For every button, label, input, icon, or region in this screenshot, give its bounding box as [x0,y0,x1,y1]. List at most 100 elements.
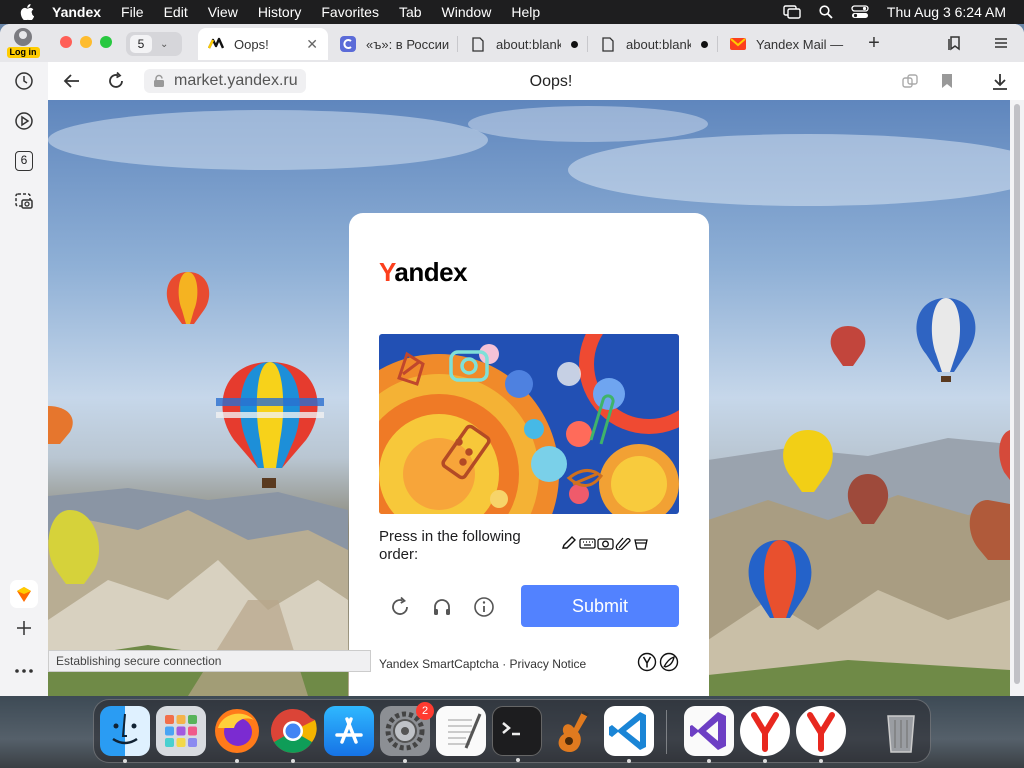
balloon-small-left [166,272,210,324]
notification-badge: 2 [416,702,434,720]
dock-chrome-icon[interactable] [268,706,318,763]
page-scrollbar[interactable] [1010,100,1024,696]
spotlight-search-icon[interactable] [819,5,833,19]
tab-title: about:blank [496,36,561,52]
tab-title: about:blank [626,36,691,52]
scrollbar-thumb[interactable] [1014,104,1020,684]
unsaved-dot-icon [571,40,578,48]
menu-history[interactable]: History [258,4,302,20]
tab-news[interactable]: «ъ»: в России [330,28,458,60]
tab-title: Oops! [234,36,269,52]
privacy-notice-link[interactable]: Privacy Notice [510,657,587,671]
refresh-captcha-icon[interactable] [389,596,411,618]
captcha-logo-icon [659,652,679,672]
tab-about-blank-1[interactable]: about:blank [460,28,588,60]
hamburger-menu-icon[interactable] [992,34,1010,52]
tab-bar: Log in 5 ⌄ Oops! ✕ «ъ»: в России about:b… [0,24,1024,62]
bookmarks-panel-icon[interactable] [946,34,964,52]
keyboard-icon [579,536,596,550]
balloon-blue-right [916,298,976,382]
address-toolbar: market.yandex.ru Oops! [48,62,1024,100]
play-video-icon[interactable] [14,111,34,131]
tab-yandex-mail[interactable]: Yandex Mail — [720,28,850,60]
unsaved-dot-icon [701,40,708,48]
apple-menu-icon[interactable] [20,4,36,20]
screen-mirroring-icon[interactable] [783,5,801,19]
basket-icon [633,536,650,550]
smartcaptcha-brand: Yandex SmartCaptcha [379,657,499,671]
info-icon[interactable] [473,596,495,618]
captcha-instruction: Press in the following order: [379,528,521,563]
dock-terminal-icon[interactable] [492,706,542,762]
captcha-image[interactable] [379,334,679,514]
login-button[interactable]: Log in [4,28,42,58]
window-zoom-button[interactable] [100,36,112,48]
menu-bar: Yandex File Edit View History Favorites … [0,0,1024,24]
screenshot-camera-icon[interactable] [14,191,34,211]
status-bar: Establishing secure connection [48,650,371,672]
menu-app-name[interactable]: Yandex [52,4,101,20]
browser-sidebar: 6 [0,62,48,696]
dock-launchpad-icon[interactable] [156,706,206,756]
dock-garageband-icon[interactable] [548,706,598,756]
page-title: Oops! [529,73,573,90]
dock-divider [666,710,667,754]
menu-tab[interactable]: Tab [399,4,422,20]
dock-visual-studio-icon[interactable] [684,706,734,763]
yandex-logo: Yandex [379,257,468,287]
tab-title: Yandex Mail — [756,36,844,52]
more-options-icon[interactable] [14,661,34,681]
dock-yandex-browser-icon[interactable] [740,706,790,763]
page-content: Yandex Press in the following order: Sub… [48,100,1010,696]
dock-textedit-icon[interactable] [436,706,486,756]
history-clock-icon[interactable] [14,71,34,91]
smartcaptcha-logo [637,652,679,672]
yandex-market-sidebar-icon[interactable] [10,580,38,608]
dock-vscode-icon[interactable] [604,706,654,763]
copy-link-icon[interactable] [902,73,918,94]
yandex-y-logo-icon [637,652,657,672]
dock-trash-icon[interactable] [876,706,926,756]
new-tab-button[interactable]: + [862,32,886,56]
document-icon [470,36,486,52]
login-label: Log in [6,47,40,58]
tab-group-switcher[interactable]: 5 ⌄ [126,32,182,56]
yandex-market-favicon-icon [208,36,224,52]
captcha-order-icons [561,536,650,551]
document-icon [600,36,616,52]
menu-edit[interactable]: Edit [164,4,188,20]
window-close-button[interactable] [60,36,72,48]
control-center-icon[interactable] [851,5,869,19]
menu-favorites[interactable]: Favorites [321,4,379,20]
menu-window[interactable]: Window [442,4,492,20]
dock-finder-icon[interactable] [100,706,150,763]
tab-count: 5 [130,35,152,53]
dock: 2 [93,699,931,763]
audio-captcha-headphones-icon[interactable] [431,596,453,618]
smartcaptcha-card: Yandex Press in the following order: Sub… [349,213,709,696]
dock-firefox-icon[interactable] [212,706,262,763]
balloon-large-left [216,362,324,488]
download-icon[interactable] [992,73,1008,96]
dock-system-settings-icon[interactable]: 2 [380,702,434,763]
footer-separator: · [502,657,507,671]
menu-view[interactable]: View [208,4,238,20]
window-minimize-button[interactable] [80,36,92,48]
tab-about-blank-2[interactable]: about:blank [590,28,718,60]
tab-oops[interactable]: Oops! ✕ [198,28,328,60]
add-sidebar-item-icon[interactable] [14,618,34,638]
menubar-clock[interactable]: Thu Aug 3 6:24 AM [887,4,1006,20]
captcha-footer: Yandex SmartCaptcha · Privacy Notice [379,657,586,671]
menu-help[interactable]: Help [511,4,540,20]
submit-button[interactable]: Submit [521,585,679,627]
yandex-mail-favicon-icon [730,36,746,52]
menu-file[interactable]: File [121,4,144,20]
dock-yandex-browser-icon[interactable] [796,706,846,763]
tab-title: «ъ»: в России [366,36,450,52]
sidebar-tab-counter[interactable]: 6 [15,151,33,171]
tab-close-icon[interactable]: ✕ [306,36,318,53]
bookmark-icon[interactable] [940,73,954,94]
chevron-down-icon: ⌄ [160,38,169,50]
dock-app-store-icon[interactable] [324,706,374,756]
camera-icon [597,536,614,550]
